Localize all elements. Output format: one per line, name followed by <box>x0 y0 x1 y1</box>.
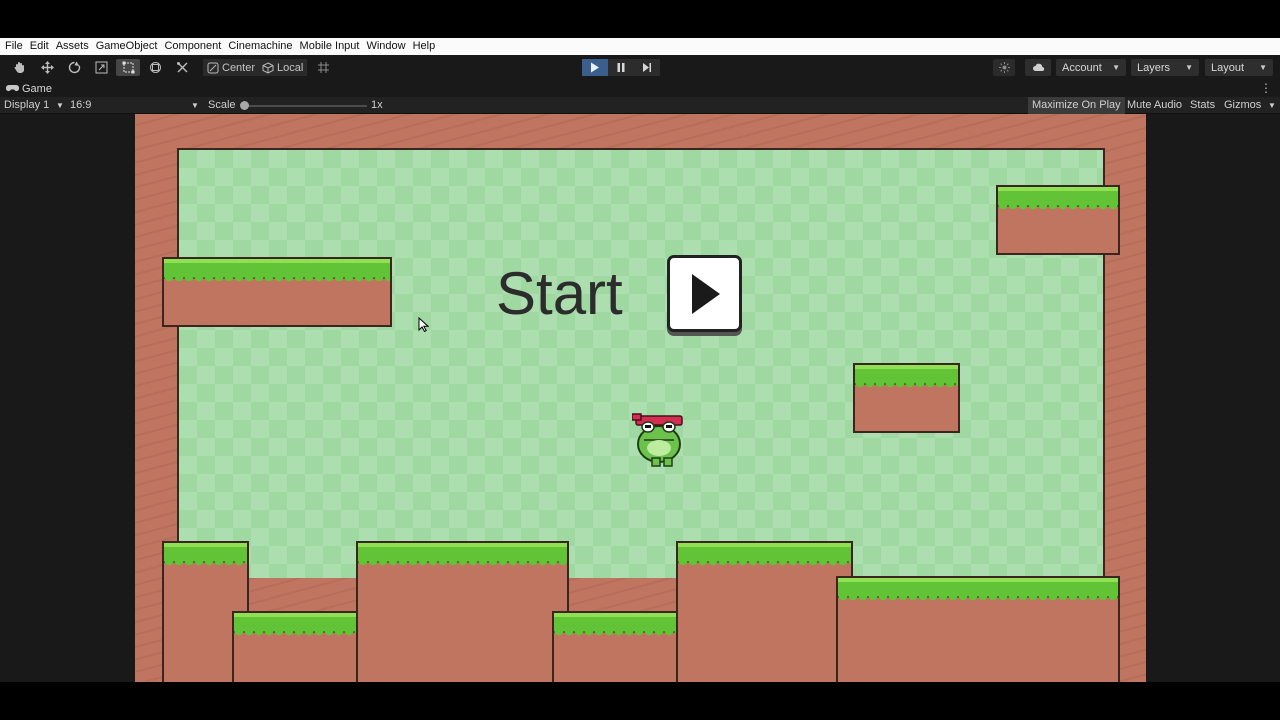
pivot-center-toggle[interactable]: Center <box>203 59 260 76</box>
game-render[interactable] <box>135 114 1146 682</box>
more-options-icon[interactable]: ⋮ <box>1260 81 1272 95</box>
stats-toggle[interactable]: Stats <box>1186 97 1219 114</box>
mute-audio-toggle[interactable]: Mute Audio <box>1123 97 1186 114</box>
chevron-down-icon: ▼ <box>1185 63 1193 72</box>
cloud-button[interactable] <box>1025 59 1051 76</box>
chevron-down-icon: ▼ <box>1259 63 1267 72</box>
rotate-icon <box>68 61 80 74</box>
cloud-icon <box>1032 63 1044 72</box>
pivot-center-icon <box>207 62 219 73</box>
menu-window[interactable]: Window <box>363 38 408 55</box>
step-icon <box>643 63 651 72</box>
play-triangle-icon <box>691 273 720 314</box>
menu-component[interactable]: Component <box>161 38 224 55</box>
grid-snap-button[interactable] <box>313 59 333 76</box>
gamepad-icon <box>6 84 19 92</box>
platform-top-left <box>162 257 392 327</box>
play-icon <box>591 62 599 73</box>
move-tool-button[interactable] <box>36 59 58 76</box>
custom-tool-icon <box>176 62 187 73</box>
tab-game[interactable]: Game <box>0 83 52 95</box>
scale-value: 1x <box>371 99 383 111</box>
scale-icon <box>95 61 107 74</box>
account-dropdown[interactable]: Account ▼ <box>1056 59 1126 76</box>
pivot-local-toggle[interactable]: Local <box>258 59 308 76</box>
custom-tool-button[interactable] <box>171 59 193 76</box>
maximize-on-play-toggle[interactable]: Maximize On Play <box>1028 97 1125 114</box>
start-label: Start <box>496 260 623 327</box>
start-button[interactable] <box>667 255 742 332</box>
game-view-toolbar: Display 1 ▼ 16:9 ▼ Scale 1x Maximize On … <box>0 97 1280 114</box>
layout-dropdown[interactable]: Layout ▼ <box>1205 59 1273 76</box>
level-background <box>177 148 1105 578</box>
menu-help[interactable]: Help <box>410 38 439 55</box>
collab-button[interactable] <box>993 59 1015 76</box>
scale-tool-button[interactable] <box>90 59 112 76</box>
rotate-tool-button[interactable] <box>63 59 85 76</box>
transform-tool-button[interactable] <box>144 59 166 76</box>
aspect-dropdown[interactable]: 16:9 <box>70 99 91 111</box>
rect-tool-button[interactable] <box>116 59 140 76</box>
menu-gameobject[interactable]: GameObject <box>93 38 161 55</box>
menu-cinemachine[interactable]: Cinemachine <box>225 38 295 55</box>
ground-block-3 <box>356 541 569 682</box>
platform-middle-right <box>853 363 960 433</box>
scale-label: Scale <box>208 99 236 111</box>
ninja-frog-sprite <box>632 413 683 467</box>
layout-label: Layout <box>1211 61 1245 74</box>
layers-label: Layers <box>1137 61 1171 74</box>
pivot-local-label: Local <box>277 61 304 74</box>
gizmos-toggle[interactable]: Gizmos <box>1220 97 1265 114</box>
cube-icon <box>262 61 274 74</box>
hand-tool-button[interactable] <box>8 59 30 76</box>
ground-block-2 <box>232 611 373 682</box>
layers-dropdown[interactable]: Layers ▼ <box>1131 59 1199 76</box>
menu-assets[interactable]: Assets <box>53 38 92 55</box>
pause-icon <box>617 63 625 72</box>
scale-slider-handle[interactable] <box>240 101 249 110</box>
play-button[interactable] <box>582 59 608 76</box>
chevron-down-icon: ▼ <box>56 101 64 110</box>
screen-letterbox-bottom <box>0 682 1280 720</box>
chevron-down-icon: ▼ <box>1112 63 1120 72</box>
screen-letterbox-top <box>0 0 1280 38</box>
account-label: Account <box>1062 61 1102 74</box>
tab-game-label: Game <box>22 82 52 95</box>
display-dropdown[interactable]: Display 1 <box>4 99 49 111</box>
ground-block-5 <box>676 541 853 682</box>
platform-top-right <box>996 185 1120 255</box>
menu-edit[interactable]: Edit <box>27 38 52 55</box>
menu-file[interactable]: File <box>2 38 26 55</box>
ground-block-6 <box>836 576 1120 682</box>
ground-block-4 <box>552 611 693 682</box>
rect-tool-icon <box>122 61 134 74</box>
move-icon <box>40 61 54 74</box>
pause-button[interactable] <box>608 59 634 76</box>
menu-bar: File Edit Assets GameObject Component Ci… <box>0 38 1280 55</box>
step-button[interactable] <box>634 59 660 76</box>
pivot-center-label: Center <box>222 61 256 74</box>
chevron-down-icon: ▼ <box>191 101 199 110</box>
main-toolbar: Center Local Account ▼ Layers ▼ Layout ▼ <box>0 55 1280 80</box>
scale-slider-track[interactable] <box>243 105 367 107</box>
menu-mobile-input[interactable]: Mobile Input <box>297 38 363 55</box>
collab-icon <box>998 62 1010 73</box>
mouse-cursor-icon <box>418 317 429 332</box>
game-tab-bar: Game ⋮ <box>0 80 1280 97</box>
chevron-down-icon: ▼ <box>1268 101 1276 110</box>
hand-icon <box>13 62 24 73</box>
transform-icon <box>149 62 161 73</box>
grid-snap-icon <box>317 62 329 73</box>
